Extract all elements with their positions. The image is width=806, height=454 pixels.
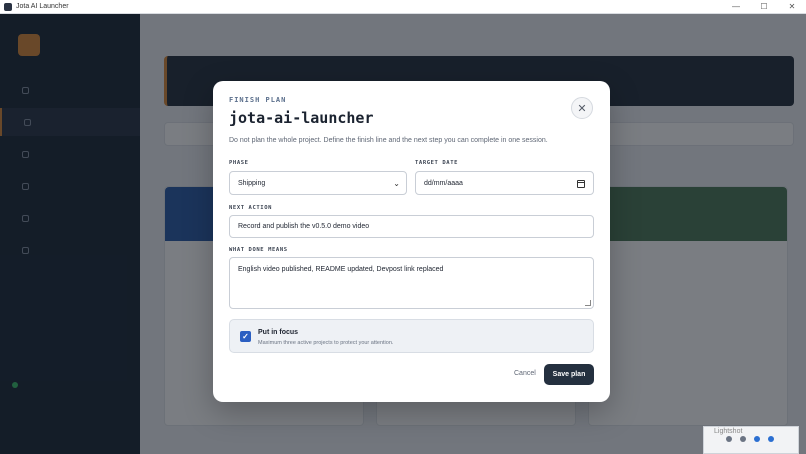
focus-option: ✓ Put in focus Maximum three active proj…: [229, 319, 594, 353]
target-date-placeholder: dd/mm/aaaa: [424, 179, 463, 187]
tray-icon[interactable]: [726, 436, 732, 442]
tray-icon[interactable]: [754, 436, 760, 442]
calendar-icon: [577, 180, 585, 188]
phase-label: PHASE: [229, 160, 249, 166]
window-titlebar: Jota AI Launcher — ☐ ✕: [0, 0, 806, 14]
maximize-button[interactable]: ☐: [750, 2, 778, 11]
finish-plan-dialog: FINISH PLAN jota-ai-launcher ✕ Do not pl…: [213, 81, 610, 402]
next-action-input[interactable]: Record and publish the v0.5.0 demo video: [229, 215, 594, 238]
cancel-button[interactable]: Cancel: [514, 370, 536, 377]
done-means-value: English video published, README updated,…: [238, 266, 444, 273]
app-icon: [4, 2, 12, 11]
dialog-title: jota-ai-launcher: [229, 109, 374, 127]
dialog-description: Do not plan the whole project. Define th…: [229, 137, 548, 144]
tray-tooltip: Lightshot: [714, 428, 743, 435]
chevron-down-icon: ⌄: [393, 179, 400, 188]
target-date-label: TARGET DATE: [415, 160, 459, 166]
next-action-label: NEXT ACTION: [229, 205, 273, 211]
close-dialog-button[interactable]: ✕: [571, 97, 593, 119]
close-icon: ✕: [577, 102, 587, 115]
close-window-button[interactable]: ✕: [778, 2, 806, 11]
tray-icon[interactable]: [768, 436, 774, 442]
save-plan-button[interactable]: Save plan: [544, 364, 594, 385]
window-title: Jota AI Launcher: [16, 3, 69, 10]
done-means-textarea[interactable]: English video published, README updated,…: [229, 257, 594, 309]
focus-title: Put in focus: [258, 329, 299, 336]
minimize-button[interactable]: —: [722, 2, 750, 11]
phase-value: Shipping: [238, 179, 266, 187]
done-means-label: WHAT DONE MEANS: [229, 247, 288, 253]
target-date-input[interactable]: dd/mm/aaaa: [415, 171, 594, 195]
system-tray-popup: Lightshot: [703, 426, 799, 454]
tray-icons: [726, 436, 774, 442]
phase-select[interactable]: Shipping ⌄: [229, 171, 407, 195]
next-action-value: Record and publish the v0.5.0 demo video: [238, 223, 370, 230]
tray-icon[interactable]: [740, 436, 746, 442]
dialog-eyebrow: FINISH PLAN: [229, 96, 287, 104]
window-controls: — ☐ ✕: [722, 2, 806, 11]
focus-help-text: Maximum three active projects to protect…: [258, 340, 394, 346]
resize-handle-icon[interactable]: [585, 300, 591, 306]
put-in-focus-checkbox[interactable]: ✓: [240, 331, 251, 342]
